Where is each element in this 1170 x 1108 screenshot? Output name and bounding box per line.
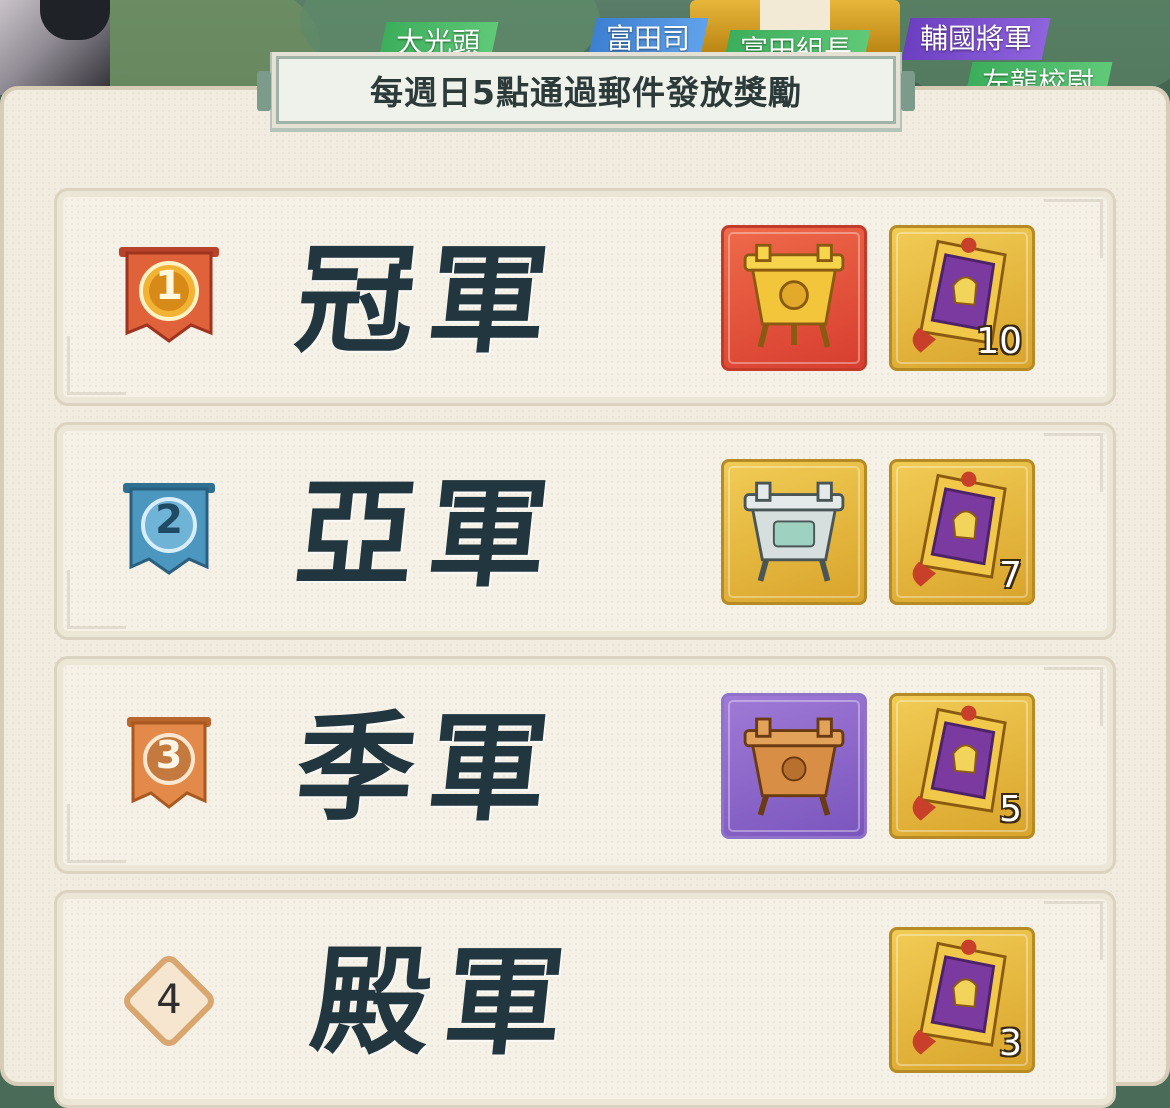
header-banner: 每週日5點通過郵件發放獎勵 (257, 56, 915, 124)
reward-count: 10 (976, 321, 1022, 362)
corner-ornament (1044, 667, 1103, 726)
player-name-tag[interactable]: 富田司 (587, 18, 709, 60)
reward-count: 3 (999, 1023, 1022, 1064)
corner-ornament (1044, 199, 1103, 258)
reward-count: 7 (999, 555, 1022, 596)
corner-ornament (1044, 433, 1103, 492)
reward-slot[interactable]: 3 (889, 927, 1035, 1073)
reward-slot[interactable]: 5 (889, 693, 1035, 839)
rank-row-1: 1 冠軍 10 (54, 188, 1116, 406)
rank-title: 亞軍 (289, 464, 569, 603)
rank-row-2: 2 亞軍 7 (54, 422, 1116, 640)
rank-number: 2 (155, 497, 183, 543)
corner-ornament (1044, 901, 1103, 960)
rank-row-3: 3 季軍 5 (54, 656, 1116, 874)
rank-number: 1 (155, 263, 183, 309)
rank-title: 冠軍 (289, 230, 569, 369)
reward-count: 5 (999, 789, 1022, 830)
rank-number: 3 (155, 733, 183, 777)
diamond-rank-icon: 4 (113, 945, 225, 1057)
red-banner-medal-icon: 1 (113, 241, 225, 353)
silver-cauldron-icon (743, 481, 845, 582)
player-name-tag[interactable]: 輔國將軍 (901, 18, 1051, 60)
blue-banner-medal-icon: 2 (113, 475, 225, 587)
rank-row-4: 4 殿軍 3 (54, 890, 1116, 1108)
reward-slot[interactable] (721, 225, 867, 371)
rank-number: 4 (156, 977, 182, 1023)
reward-slot[interactable]: 7 (889, 459, 1035, 605)
banner-title: 每週日5點通過郵件發放獎勵 (370, 73, 802, 112)
rank-title: 季軍 (289, 698, 569, 837)
reward-slot[interactable] (721, 693, 867, 839)
orange-banner-medal-icon: 3 (113, 709, 225, 821)
bronze-cauldron-icon (743, 717, 845, 816)
rank-title: 殿軍 (305, 932, 585, 1071)
gold-cauldron-icon (743, 243, 845, 348)
reward-slot[interactable]: 10 (889, 225, 1035, 371)
reward-slot[interactable] (721, 459, 867, 605)
